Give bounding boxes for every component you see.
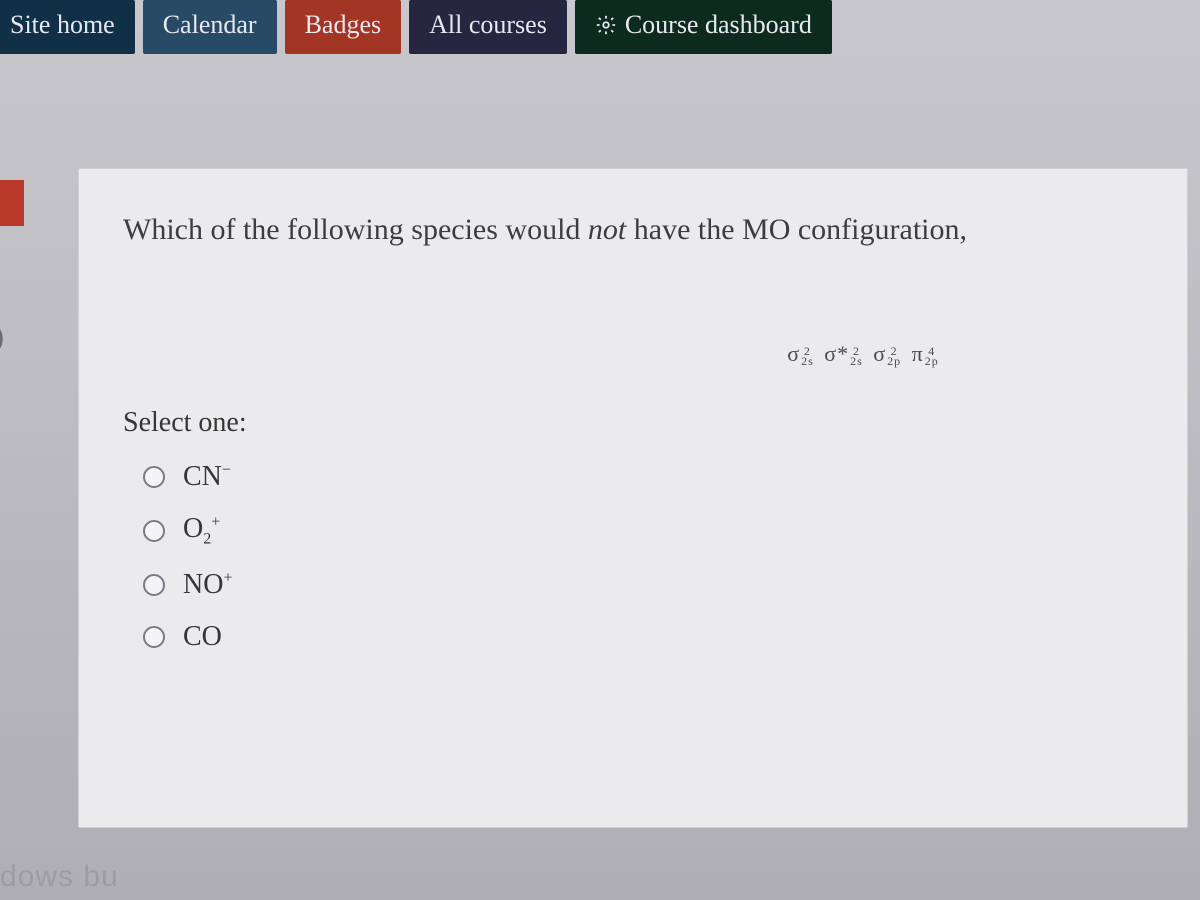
option-b-base: O <box>183 513 203 544</box>
option-label: CN− <box>183 461 231 493</box>
nav-all-courses[interactable]: All courses <box>409 0 567 54</box>
formula-t4-base: π <box>912 341 924 366</box>
radio-icon <box>143 574 165 596</box>
question-suffix: have the MO configuration, <box>626 213 967 246</box>
formula-t1-base: σ <box>787 341 800 366</box>
question-text: Which of the following species would not… <box>123 209 1143 251</box>
option-co[interactable]: CO <box>143 621 1143 653</box>
sidebar-fragment: ) <box>0 320 4 354</box>
option-cn-minus[interactable]: CN− <box>143 461 1143 493</box>
radio-icon <box>143 520 165 542</box>
nav-course-dashboard-label: Course dashboard <box>625 10 812 40</box>
option-b-sup: + <box>211 514 220 531</box>
option-label: O2+ <box>183 513 220 549</box>
formula-t2-sub: 2s <box>850 356 863 366</box>
nav-course-dashboard[interactable]: Course dashboard <box>575 0 832 54</box>
nav-calendar[interactable]: Calendar <box>143 0 277 54</box>
radio-icon <box>143 626 165 648</box>
option-no-plus[interactable]: NO+ <box>143 569 1143 601</box>
formula-t4-sub: 2p <box>925 356 939 366</box>
option-a-base: CN <box>183 461 222 492</box>
watermark-text: dows bu <box>0 860 119 894</box>
option-c-base: NO <box>183 569 223 600</box>
option-label: NO+ <box>183 569 232 601</box>
option-d-base: CO <box>183 621 222 652</box>
formula-t3-base: σ <box>873 341 886 366</box>
formula-t3-sub: 2p <box>887 356 901 366</box>
top-nav: Site home Calendar Badges All courses Co… <box>0 0 1200 62</box>
radio-icon <box>143 466 165 488</box>
question-emphasis: not <box>588 213 626 246</box>
option-a-sup: − <box>222 462 231 479</box>
option-label: CO <box>183 621 222 653</box>
sidebar-indicator <box>0 180 24 226</box>
option-c-sup: + <box>223 569 232 586</box>
formula-t1-sub: 2s <box>801 356 814 366</box>
select-one-label: Select one: <box>123 407 1143 439</box>
gear-icon <box>595 14 617 36</box>
formula-t2-base: σ* <box>824 341 849 366</box>
question-card: Which of the following species would not… <box>78 168 1188 828</box>
nav-badges[interactable]: Badges <box>285 0 402 54</box>
option-b-sub: 2 <box>203 531 211 548</box>
nav-site-home[interactable]: Site home <box>0 0 135 54</box>
options-list: CN− O2+ NO+ CO <box>143 461 1143 653</box>
question-prefix: Which of the following species would <box>123 213 588 246</box>
option-o2-plus[interactable]: O2+ <box>143 513 1143 549</box>
mo-configuration-formula: σ22s σ*22s σ22p π42p <box>583 341 1143 367</box>
